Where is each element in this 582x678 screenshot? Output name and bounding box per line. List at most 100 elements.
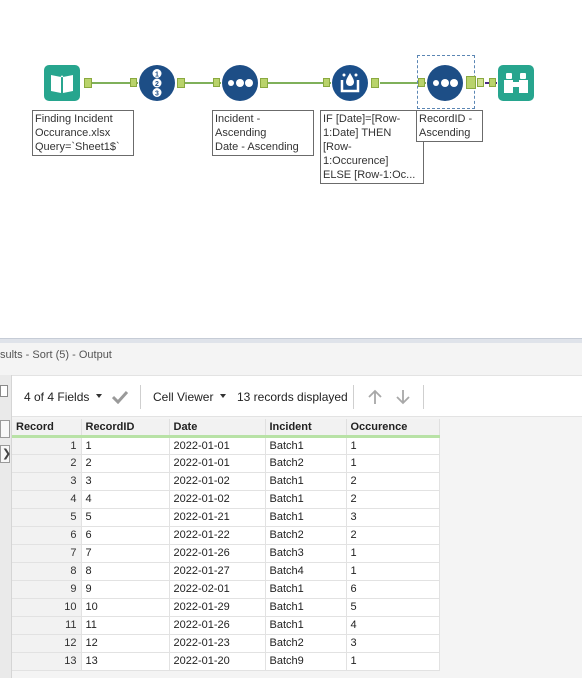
cell-date[interactable]: 2022-01-02 (169, 490, 266, 509)
cell-date[interactable]: 2022-01-20 (169, 652, 266, 671)
cell-incident[interactable]: Batch4 (265, 562, 347, 581)
chevron-down-icon[interactable] (220, 394, 226, 398)
output-anchor[interactable] (477, 78, 484, 87)
cell-recordid[interactable]: 4 (81, 490, 170, 509)
grid-icon[interactable] (0, 385, 8, 397)
cell-incident[interactable]: Batch1 (265, 580, 347, 599)
cell-occurence[interactable]: 1 (346, 436, 440, 455)
cell-date[interactable]: 2022-01-02 (169, 472, 266, 491)
cell-occurence[interactable]: 2 (346, 526, 440, 545)
cell-record[interactable]: 9 (12, 580, 82, 599)
cell-viewer-dropdown[interactable]: Cell Viewer (153, 390, 213, 404)
input-anchor[interactable] (323, 78, 330, 87)
cell-date[interactable]: 2022-01-01 (169, 436, 266, 455)
cell-recordid[interactable]: 8 (81, 562, 170, 581)
output-anchor[interactable] (177, 78, 185, 88)
column-header-incident[interactable]: Incident (265, 419, 347, 438)
cell-record[interactable]: 4 (12, 490, 82, 509)
table-row[interactable]: 7 7 2022-01-26 Batch3 1 (12, 544, 440, 563)
cell-incident[interactable]: Batch9 (265, 652, 347, 671)
cell-occurence[interactable]: 1 (346, 562, 440, 581)
cell-incident[interactable]: Batch1 (265, 598, 347, 617)
table-row[interactable]: 9 9 2022-02-01 Batch1 6 (12, 580, 440, 599)
table-row[interactable]: 12 12 2022-01-23 Batch2 3 (12, 634, 440, 653)
cell-record[interactable]: 2 (12, 454, 82, 473)
cell-occurence[interactable]: 4 (346, 616, 440, 635)
cell-incident[interactable]: Batch1 (265, 490, 347, 509)
cell-date[interactable]: 2022-02-01 (169, 580, 266, 599)
cell-record[interactable]: 13 (12, 652, 82, 671)
output-anchor[interactable] (260, 78, 268, 88)
table-row[interactable]: 5 5 2022-01-21 Batch1 3 (12, 508, 440, 527)
cell-date[interactable]: 2022-01-26 (169, 544, 266, 563)
cell-record[interactable]: 11 (12, 616, 82, 635)
table-row[interactable]: 11 11 2022-01-26 Batch1 4 (12, 616, 440, 635)
input-anchor[interactable] (489, 78, 496, 87)
cell-record[interactable]: 5 (12, 508, 82, 527)
sort-tool-2[interactable] (427, 65, 463, 101)
cell-recordid[interactable]: 1 (81, 436, 170, 455)
cell-occurence[interactable]: 2 (346, 490, 440, 509)
column-header-record[interactable]: Record (12, 419, 82, 438)
output-anchor[interactable] (466, 76, 476, 89)
cell-recordid[interactable]: 12 (81, 634, 170, 653)
table-row[interactable]: 3 3 2022-01-02 Batch1 2 (12, 472, 440, 491)
cell-occurence[interactable]: 1 (346, 652, 440, 671)
cell-occurence[interactable]: 3 (346, 634, 440, 653)
cell-recordid[interactable]: 7 (81, 544, 170, 563)
column-header-occurence[interactable]: Occurence (346, 419, 440, 438)
cell-record[interactable]: 1 (12, 436, 82, 455)
cell-recordid[interactable]: 5 (81, 508, 170, 527)
cell-recordid[interactable]: 2 (81, 454, 170, 473)
cell-recordid[interactable]: 13 (81, 652, 170, 671)
cell-record[interactable]: 8 (12, 562, 82, 581)
table-row[interactable]: 1 1 2022-01-01 Batch1 1 (12, 436, 440, 455)
cell-date[interactable]: 2022-01-22 (169, 526, 266, 545)
cell-incident[interactable]: Batch1 (265, 508, 347, 527)
record-id-tool[interactable]: 1 2 3 (139, 65, 175, 101)
cell-incident[interactable]: Batch1 (265, 472, 347, 491)
workflow-canvas[interactable]: 1 2 3 Finding Incident Occurance.xlsx Qu… (0, 0, 582, 338)
cell-occurence[interactable]: 1 (346, 454, 440, 473)
cell-occurence[interactable]: 1 (346, 544, 440, 563)
table-view-icon[interactable] (0, 420, 10, 438)
cell-recordid[interactable]: 9 (81, 580, 170, 599)
input-anchor[interactable] (213, 78, 220, 87)
cell-occurence[interactable]: 5 (346, 598, 440, 617)
cell-record[interactable]: 10 (12, 598, 82, 617)
output-anchor[interactable] (84, 78, 92, 88)
cell-record[interactable]: 7 (12, 544, 82, 563)
cell-date[interactable]: 2022-01-21 (169, 508, 266, 527)
pane-divider[interactable] (0, 338, 582, 343)
column-header-recordid[interactable]: RecordID (81, 419, 170, 438)
input-anchor[interactable] (130, 78, 137, 87)
cell-incident[interactable]: Batch1 (265, 616, 347, 635)
results-table[interactable]: Record RecordID Date Incident Occurence … (12, 419, 440, 671)
cell-date[interactable]: 2022-01-26 (169, 616, 266, 635)
cell-recordid[interactable]: 11 (81, 616, 170, 635)
sort-tool-1[interactable] (222, 65, 258, 101)
cell-date[interactable]: 2022-01-23 (169, 634, 266, 653)
table-row[interactable]: 10 10 2022-01-29 Batch1 5 (12, 598, 440, 617)
cell-date[interactable]: 2022-01-27 (169, 562, 266, 581)
arrow-up-icon[interactable] (366, 388, 384, 406)
browse-tool[interactable] (498, 65, 534, 101)
cell-record[interactable]: 3 (12, 472, 82, 491)
cell-incident[interactable]: Batch2 (265, 526, 347, 545)
table-row[interactable]: 4 4 2022-01-02 Batch1 2 (12, 490, 440, 509)
cell-date[interactable]: 2022-01-29 (169, 598, 266, 617)
cell-occurence[interactable]: 3 (346, 508, 440, 527)
cell-occurence[interactable]: 6 (346, 580, 440, 599)
cell-incident[interactable]: Batch3 (265, 544, 347, 563)
cell-incident[interactable]: Batch1 (265, 436, 347, 455)
table-row[interactable]: 6 6 2022-01-22 Batch2 2 (12, 526, 440, 545)
cell-recordid[interactable]: 3 (81, 472, 170, 491)
cell-recordid[interactable]: 10 (81, 598, 170, 617)
input-anchor[interactable] (418, 78, 425, 87)
cell-record[interactable]: 12 (12, 634, 82, 653)
table-row[interactable]: 13 13 2022-01-20 Batch9 1 (12, 652, 440, 671)
arrow-down-icon[interactable] (394, 388, 412, 406)
output-anchor[interactable] (371, 78, 379, 88)
cell-record[interactable]: 6 (12, 526, 82, 545)
checkmark-icon[interactable] (112, 390, 128, 404)
